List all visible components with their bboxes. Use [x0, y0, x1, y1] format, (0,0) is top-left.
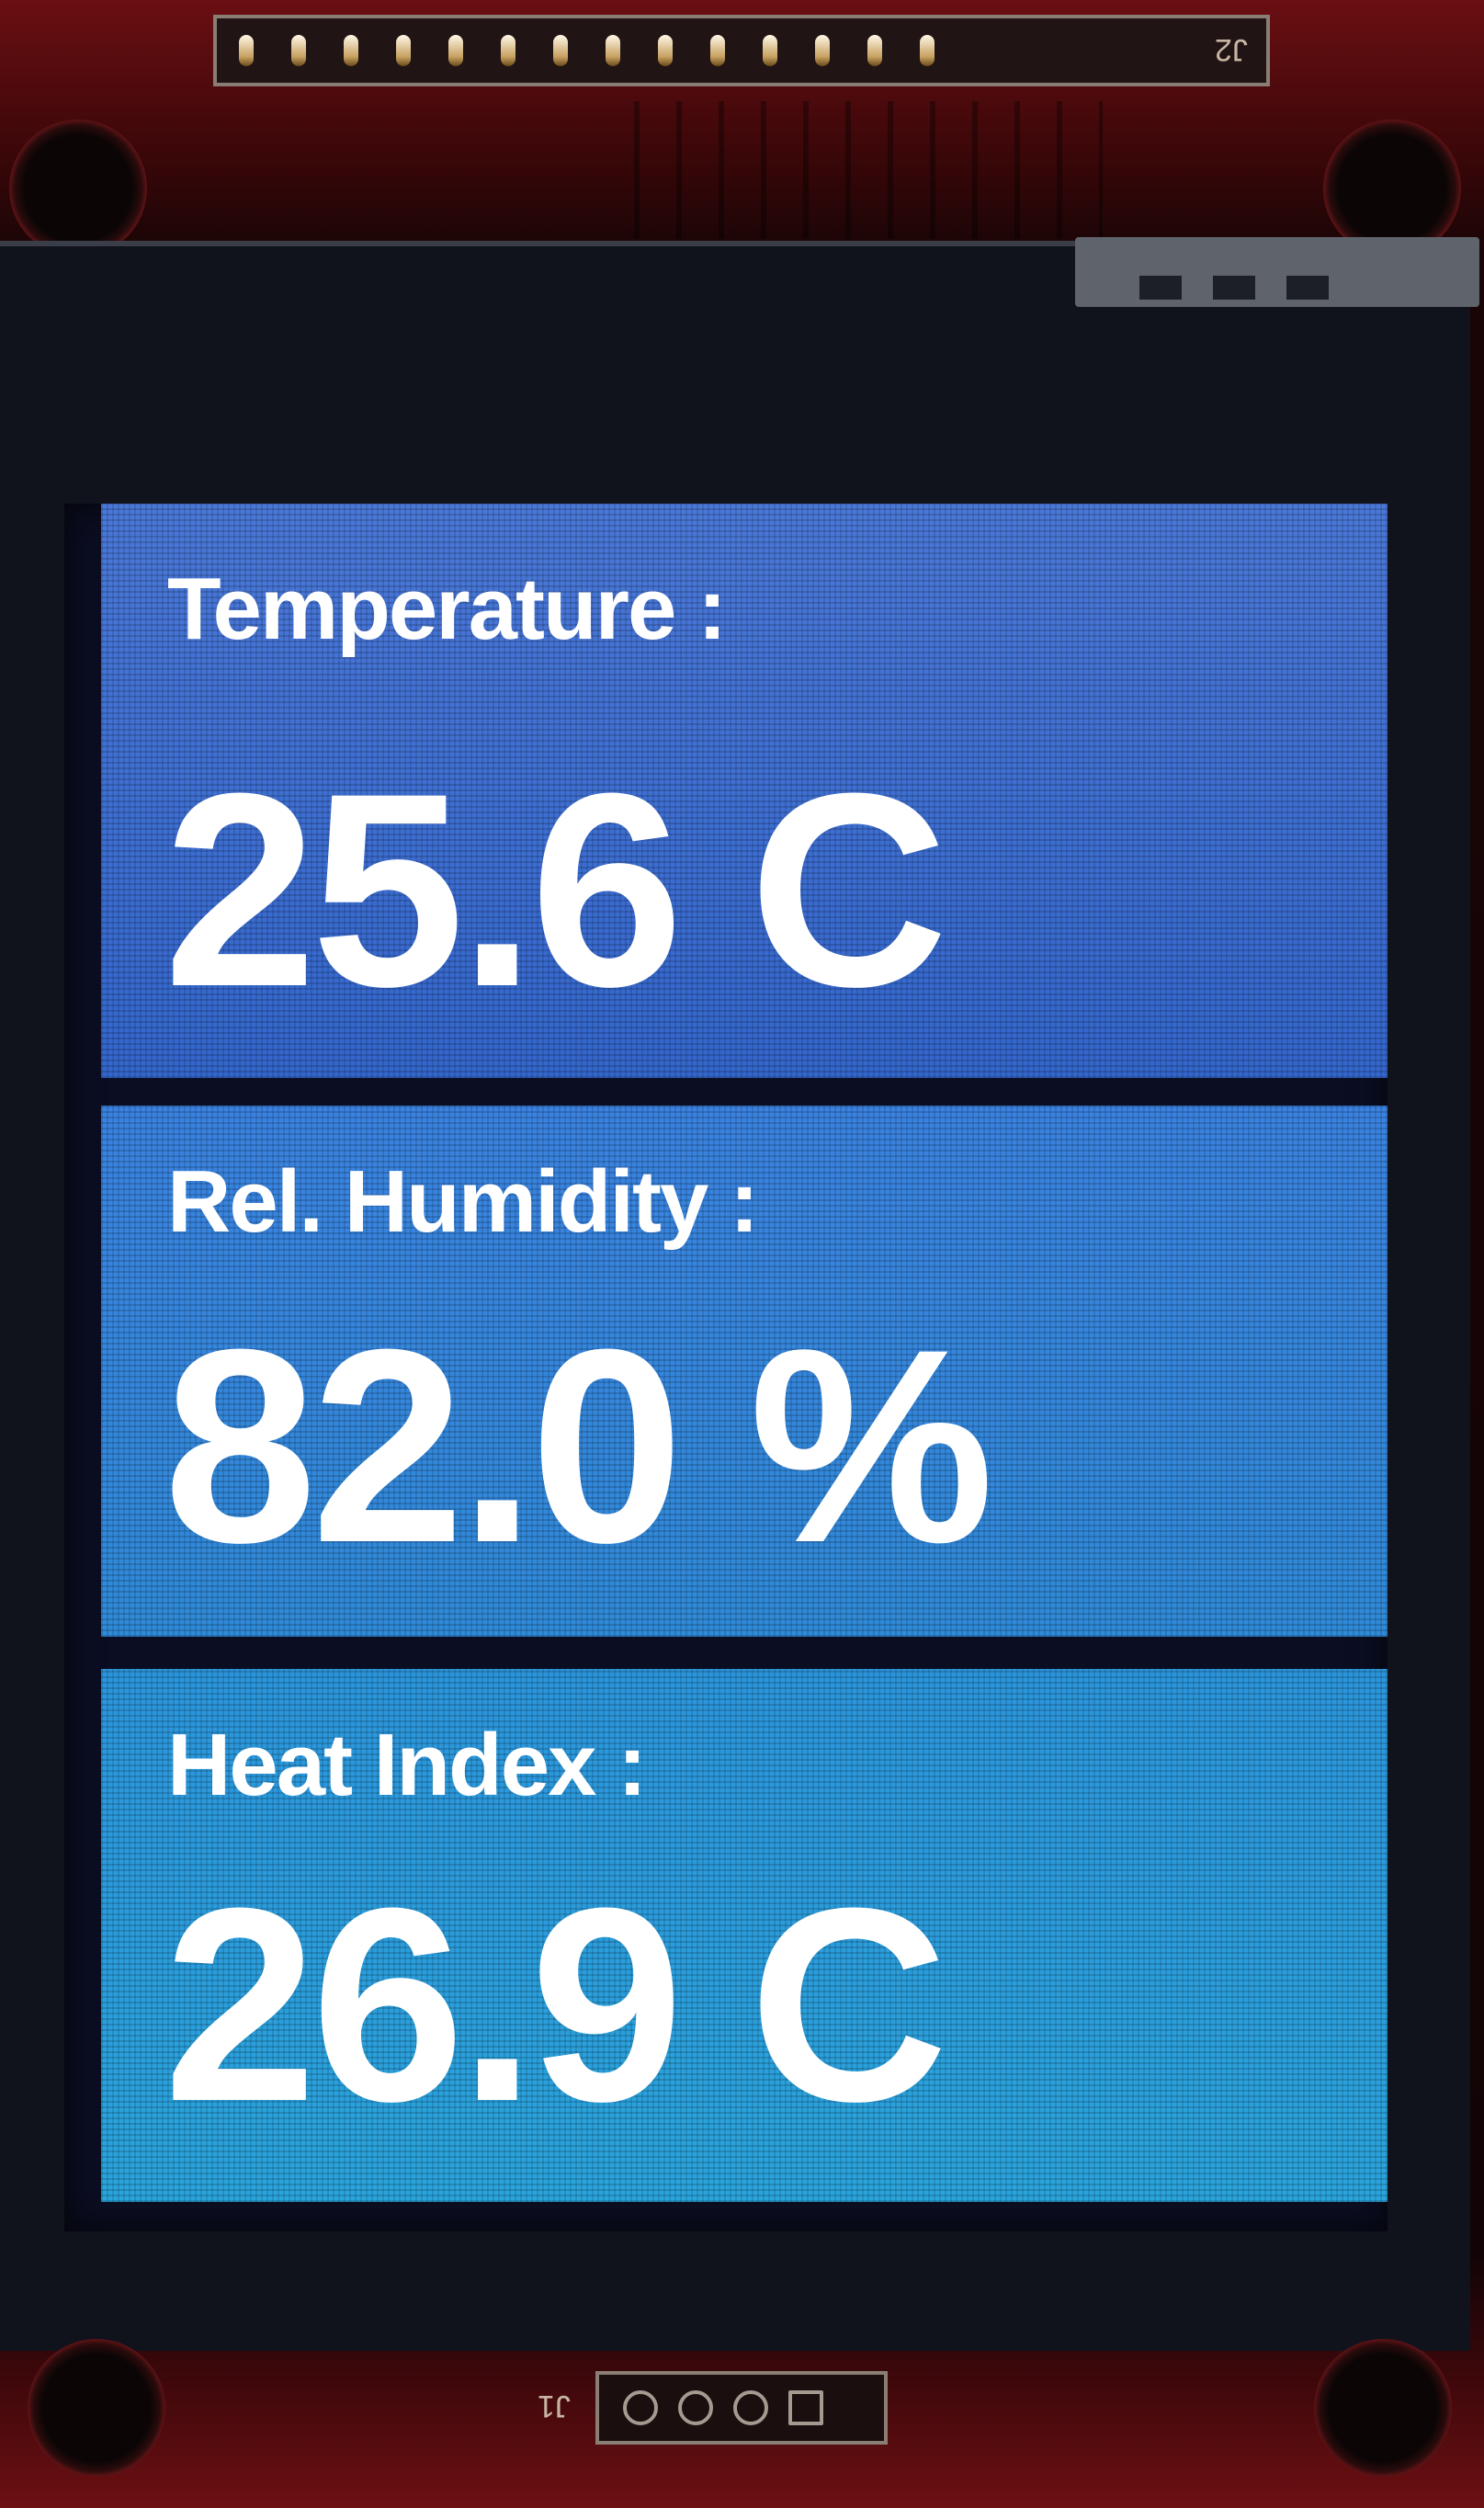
mount-hole-bottom-left — [28, 2339, 165, 2477]
header-pin — [710, 35, 725, 66]
header-pin — [291, 35, 306, 66]
solder-pad — [788, 2390, 823, 2425]
header-pin — [501, 35, 515, 66]
header-pin — [396, 35, 411, 66]
header-pin — [448, 35, 463, 66]
header-pin — [658, 35, 673, 66]
solder-pad — [733, 2390, 768, 2425]
header-pin — [763, 35, 777, 66]
header-pin — [920, 35, 935, 66]
header-pin — [344, 35, 358, 66]
pin-header — [213, 15, 1270, 86]
humidity-panel: Rel. Humidity : 82.0 % — [101, 1106, 1388, 1637]
heat-index-value: 26.9 C — [164, 1850, 948, 2159]
tft-display-board: J2 Temperature : 25.6 C Rel. Humidity : … — [0, 0, 1484, 2508]
temperature-label: Temperature : — [167, 560, 727, 658]
header-pin — [239, 35, 254, 66]
tab-slot — [1139, 276, 1182, 300]
heat-index-panel: Heat Index : 26.9 C — [101, 1669, 1388, 2202]
temperature-panel: Temperature : 25.6 C — [101, 504, 1388, 1078]
header-pin — [606, 35, 620, 66]
tab-slot — [1286, 276, 1329, 300]
lcd-screen: Temperature : 25.6 C Rel. Humidity : 82.… — [64, 504, 1388, 2231]
solder-pad — [678, 2390, 713, 2425]
header-pin — [867, 35, 882, 66]
header-pin — [815, 35, 830, 66]
pcb-traces — [597, 101, 1103, 239]
humidity-value: 82.0 % — [164, 1291, 994, 1600]
solder-pad — [623, 2390, 658, 2425]
heat-index-label: Heat Index : — [167, 1716, 647, 1814]
tab-slot — [1213, 276, 1255, 300]
mount-hole-bottom-right — [1314, 2339, 1452, 2477]
mount-hole-top-left — [9, 119, 147, 257]
humidity-label: Rel. Humidity : — [167, 1152, 759, 1251]
header-silkscreen-label: J2 — [1215, 32, 1248, 67]
flex-tab — [1075, 237, 1479, 307]
bottom-pin-header — [595, 2371, 888, 2445]
header-pin — [553, 35, 568, 66]
temperature-value: 25.6 C — [164, 735, 948, 1044]
footer-silkscreen-label: J1 — [538, 2389, 571, 2423]
